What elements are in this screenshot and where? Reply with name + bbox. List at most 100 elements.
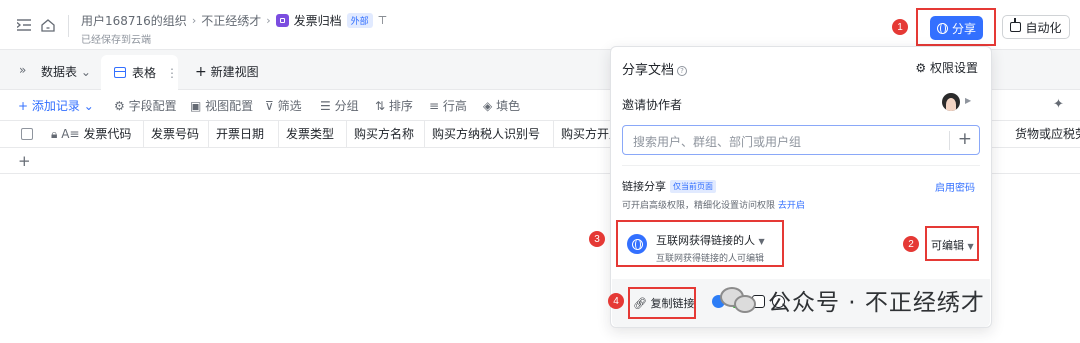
filter-label: 筛选 bbox=[277, 99, 302, 113]
permission-dropdown[interactable]: 可编辑 ▼ bbox=[931, 237, 974, 253]
tab-table-view[interactable]: 表格 ⋮ bbox=[101, 55, 178, 90]
sort-label: 排序 bbox=[388, 99, 413, 113]
table-icon bbox=[114, 67, 126, 78]
plus-icon: + bbox=[18, 99, 29, 113]
fill-color-button[interactable]: ◈ 填色 bbox=[483, 97, 520, 114]
help-icon[interactable]: ? bbox=[677, 66, 688, 76]
chevron-right-icon: › bbox=[266, 14, 271, 27]
sort-icon: ⇅ bbox=[375, 99, 386, 113]
divider bbox=[68, 15, 69, 37]
chevron-right-icon: › bbox=[191, 14, 197, 27]
robot-icon bbox=[1010, 18, 1022, 32]
view-config-button[interactable]: ▣ 视图配置 bbox=[190, 97, 253, 114]
collaborator-search-input[interactable]: 搜索用户、群组、部门或用户组 + bbox=[622, 125, 980, 155]
avatar[interactable] bbox=[942, 93, 960, 111]
group-label: 分组 bbox=[334, 99, 359, 113]
column-header[interactable]: 发票号码 bbox=[144, 121, 209, 148]
column-title: 发票代码 bbox=[83, 127, 132, 141]
share-button[interactable]: 分享 bbox=[930, 16, 983, 40]
divider bbox=[949, 131, 950, 150]
current-page-tag: 仅当前页面 bbox=[670, 179, 716, 193]
column-header[interactable]: 货物或应税劳务 bbox=[1007, 121, 1080, 148]
add-collaborator-plus-icon[interactable]: + bbox=[958, 129, 972, 149]
breadcrumb-org[interactable]: 用户168716的组织 bbox=[81, 12, 187, 29]
link-icon: 🔗︎ bbox=[633, 297, 647, 310]
permission-value: 可编辑 bbox=[931, 239, 964, 252]
add-row-plus-icon[interactable]: + bbox=[18, 152, 31, 170]
enable-password-link[interactable]: 启用密码 bbox=[935, 179, 975, 194]
wechat-logo-icon bbox=[720, 285, 758, 315]
group-button[interactable]: ☰ 分组 bbox=[320, 97, 359, 114]
chevron-down-icon: ⌄ bbox=[83, 99, 94, 113]
tab-dataset[interactable]: 数据表 ⌄ bbox=[41, 63, 91, 80]
column-header[interactable]: 购买方纳税人识别号 bbox=[425, 121, 554, 148]
copy-link-button[interactable]: 🔗︎ 复制链接 bbox=[633, 295, 694, 311]
open-advanced-link[interactable]: 去开启 bbox=[778, 201, 805, 211]
column-header[interactable]: 🔒︎ A≡ 发票代码 bbox=[44, 121, 144, 148]
link-scope-highlight-box: 互联网获得链接的人 ▼ 互联网获得链接的人可编辑 bbox=[616, 220, 784, 267]
link-share-description: 可开启高级权限，精细化设置访问权限 去开启 bbox=[622, 198, 805, 211]
globe-icon bbox=[936, 22, 948, 34]
paint-bucket-icon: ◈ bbox=[483, 99, 493, 113]
collapse-icon[interactable]: » bbox=[19, 63, 26, 77]
column-header[interactable]: 开票日期 bbox=[209, 121, 279, 148]
base-doc-icon bbox=[275, 14, 289, 27]
step-badge-1: 1 bbox=[892, 19, 908, 35]
gear-icon: ⚙ bbox=[114, 99, 125, 113]
home-icon[interactable] bbox=[41, 19, 55, 32]
filter-icon: ⊽ bbox=[265, 99, 274, 113]
breadcrumb: 用户168716的组织 › 不正经绣才 › 发票归档 外部 ⊤ bbox=[81, 12, 387, 29]
add-record-button[interactable]: + 添加记录 ⌄ bbox=[18, 97, 94, 114]
link-desc-text: 可开启高级权限，精细化设置访问权限 bbox=[622, 201, 776, 211]
step-badge-3: 3 bbox=[589, 231, 605, 247]
sort-button[interactable]: ⇅ 排序 bbox=[375, 97, 413, 114]
row-height-button[interactable]: ≡ 行高 bbox=[429, 97, 467, 114]
permission-settings-label: 权限设置 bbox=[929, 61, 978, 75]
column-header[interactable]: 购买方名称 bbox=[347, 121, 425, 148]
step-badge-4: 4 bbox=[608, 293, 624, 309]
lock-icon: 🔒︎ bbox=[51, 127, 58, 141]
select-all-checkbox[interactable] bbox=[21, 128, 33, 140]
more-icon[interactable]: ⋮ bbox=[166, 66, 178, 80]
step-badge-2: 2 bbox=[903, 236, 919, 252]
share-title-text: 分享文档 bbox=[622, 63, 675, 78]
watermark-text: 公众号 · 不正经绣才 bbox=[768, 290, 985, 316]
invite-label: 邀请协作者 bbox=[622, 98, 683, 112]
external-tag: 外部 bbox=[346, 13, 373, 28]
watermark: 公众号 · 不正经绣才 bbox=[720, 283, 985, 317]
pin-icon[interactable]: ⊤ bbox=[378, 14, 388, 27]
divider bbox=[622, 165, 980, 166]
caret-down-icon: ▼ bbox=[758, 237, 765, 246]
link-share-label: 链接分享 bbox=[622, 180, 666, 193]
view-config-icon: ▣ bbox=[190, 99, 202, 113]
share-popup-title: 分享文档? bbox=[622, 59, 688, 78]
column-header[interactable]: 发票类型 bbox=[279, 121, 347, 148]
automation-button[interactable]: 自动化 bbox=[1002, 15, 1070, 39]
row-height-icon: ≡ bbox=[429, 99, 440, 113]
breadcrumb-folder[interactable]: 不正经绣才 bbox=[201, 12, 261, 29]
field-config-label: 字段配置 bbox=[128, 99, 177, 113]
filter-button[interactable]: ⊽ 筛选 bbox=[265, 97, 302, 114]
group-icon: ☰ bbox=[320, 99, 331, 113]
dataset-label: 数据表 bbox=[41, 65, 78, 79]
link-scope-description: 互联网获得链接的人可编辑 bbox=[656, 254, 765, 264]
new-view-button[interactable]: + 新建视图 bbox=[195, 63, 259, 80]
automation-label: 自动化 bbox=[1025, 20, 1062, 35]
permission-highlight-box: 可编辑 ▼ bbox=[925, 226, 979, 261]
field-config-button[interactable]: ⚙ 字段配置 bbox=[114, 97, 177, 114]
column-header[interactable]: 购买方开户 bbox=[554, 121, 614, 148]
ai-sparkle-icon[interactable]: ✦ bbox=[1053, 97, 1064, 112]
saved-status: 已经保存到云端 bbox=[81, 35, 151, 46]
link-scope-label: 互联网获得链接的人 bbox=[656, 234, 755, 247]
link-scope-dropdown[interactable]: 互联网获得链接的人 ▼ bbox=[656, 232, 765, 248]
search-placeholder: 搜索用户、群组、部门或用户组 bbox=[633, 135, 802, 149]
permission-settings-button[interactable]: ⚙ 权限设置 bbox=[915, 59, 978, 76]
text-field-icon: A≡ bbox=[61, 127, 80, 141]
tab-label: 表格 bbox=[132, 66, 157, 80]
plus-icon: + bbox=[195, 64, 207, 80]
doc-title[interactable]: 发票归档 bbox=[294, 12, 342, 29]
sidebar-toggle-icon[interactable] bbox=[17, 19, 31, 31]
chevron-right-icon[interactable]: ▶ bbox=[965, 96, 971, 105]
copy-link-highlight-box: 🔗︎ 复制链接 bbox=[628, 287, 696, 319]
add-record-label: 添加记录 bbox=[31, 99, 80, 113]
